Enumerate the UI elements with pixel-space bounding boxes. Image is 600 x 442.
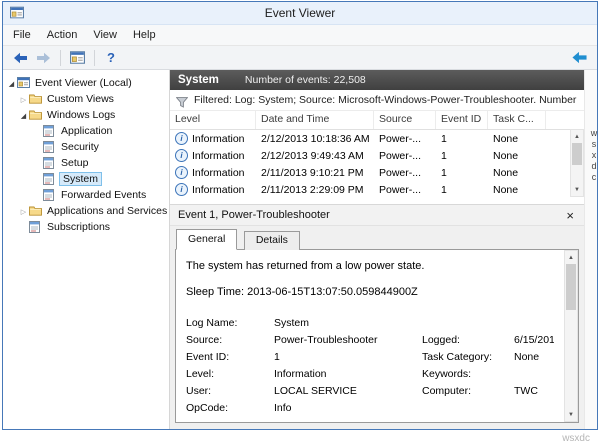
field-row: Level: Information Keywords:: [186, 365, 554, 382]
toolbar-separator: [94, 50, 95, 66]
column-header-source[interactable]: Source: [374, 111, 436, 129]
expander-icon[interactable]: [18, 205, 29, 217]
folder-icon: [29, 205, 43, 217]
field-row: Event ID: 1 Task Category: None: [186, 348, 554, 365]
pane-left-arrow-icon[interactable]: [568, 49, 590, 67]
tree-item-application[interactable]: Application: [3, 123, 169, 139]
log-icon: [43, 173, 57, 185]
tree-item-forwarded-events[interactable]: Forwarded Events: [3, 187, 169, 203]
information-icon: i: [175, 166, 188, 179]
event-detail-header: Event 1, Power-Troubleshooter ×: [170, 205, 584, 226]
main-area: Event Viewer (Local) Custom Views Window…: [3, 70, 597, 429]
console-icon: [17, 77, 31, 89]
menu-action[interactable]: Action: [39, 27, 86, 43]
field-row: OpCode: Info: [186, 399, 554, 416]
event-detail-title: Event 1, Power-Troubleshooter: [178, 209, 330, 221]
log-icon: [43, 141, 57, 153]
tree-item-system[interactable]: System: [3, 171, 169, 187]
tree-item-custom-views[interactable]: Custom Views: [3, 91, 169, 107]
detail-scrollbar[interactable]: ▲ ▼: [564, 250, 578, 422]
field-row: Source: Power-Troubleshooter Logged: 6/1…: [186, 331, 554, 348]
expander-icon[interactable]: [18, 93, 29, 105]
tree-item-event-viewer-local[interactable]: Event Viewer (Local): [3, 75, 169, 91]
tree-item-subscriptions[interactable]: Subscriptions: [3, 219, 169, 235]
log-icon: [43, 189, 57, 201]
menu-file[interactable]: File: [5, 27, 39, 43]
tab-general[interactable]: General: [176, 229, 237, 250]
log-name: System: [178, 74, 219, 86]
toolbar: ?: [3, 46, 597, 70]
tree-item-security[interactable]: Security: [3, 139, 169, 155]
app-icon: [10, 6, 24, 19]
expander-icon[interactable]: [6, 77, 17, 89]
log-icon: [43, 125, 57, 137]
folder-icon: [29, 109, 43, 121]
folder-icon: [29, 93, 43, 105]
event-list-scrollbar[interactable]: ▲ ▼: [570, 129, 584, 197]
filter-text: Filtered: Log: System; Source: Microsoft…: [194, 94, 578, 106]
pane-splitter[interactable]: [170, 197, 584, 204]
console-tree: Event Viewer (Local) Custom Views Window…: [3, 70, 170, 429]
back-arrow-icon[interactable]: [9, 49, 31, 67]
information-icon: i: [175, 183, 188, 196]
menu-view[interactable]: View: [85, 27, 125, 43]
log-icon: [29, 221, 43, 233]
scrollbar-thumb[interactable]: [566, 264, 576, 310]
column-header-level[interactable]: Level: [170, 111, 256, 129]
event-detail-pane: Event 1, Power-Troubleshooter × General …: [170, 204, 584, 429]
screenshot-root: Event Viewer File Action View Help ?: [0, 0, 600, 442]
log-icon: [43, 157, 57, 169]
window-title: Event Viewer: [3, 2, 597, 24]
information-icon: i: [175, 132, 188, 145]
field-row: Log Name: System: [186, 314, 554, 331]
watermark-side: wsxdc: [589, 128, 599, 183]
menu-help[interactable]: Help: [125, 27, 164, 43]
event-message: The system has returned from a low power…: [186, 260, 554, 272]
results-pane: System Number of events: 22,508 Filtered…: [170, 70, 584, 429]
close-icon[interactable]: ×: [564, 209, 576, 222]
column-header-date-time[interactable]: Date and Time: [256, 111, 374, 129]
tab-details[interactable]: Details: [244, 231, 300, 250]
event-row[interactable]: iInformation 2/12/2013 9:49:43 AM Power-…: [170, 147, 584, 164]
event-list-header: Level Date and Time Source Event ID Task…: [170, 111, 584, 130]
filter-notice-bar: Filtered: Log: System; Source: Microsoft…: [170, 90, 584, 111]
detail-tabs: General Details: [170, 226, 584, 250]
scroll-up-icon[interactable]: ▲: [571, 130, 583, 143]
title-bar[interactable]: Event Viewer: [3, 2, 597, 25]
toolbar-separator: [60, 50, 61, 66]
scrollbar-thumb[interactable]: [572, 143, 582, 165]
event-sleep-time: Sleep Time: 2013-06-15T13:07:50.05984490…: [186, 286, 554, 298]
field-row: User: LOCAL SERVICE Computer: TWC: [186, 382, 554, 399]
expander-icon[interactable]: [18, 109, 29, 121]
event-row[interactable]: iInformation 2/11/2013 9:10:21 PM Power-…: [170, 164, 584, 181]
scroll-down-icon[interactable]: ▼: [565, 408, 577, 421]
watermark-bottom: wsxdc: [562, 433, 590, 442]
event-row[interactable]: iInformation 2/11/2013 2:29:09 PM Power-…: [170, 181, 584, 198]
events-count: Number of events: 22,508: [245, 74, 366, 86]
general-tab-content: The system has returned from a low power…: [176, 250, 578, 416]
information-icon: i: [175, 149, 188, 162]
funnel-icon: [176, 95, 188, 106]
tree-item-windows-logs[interactable]: Windows Logs: [3, 107, 169, 123]
column-header-event-id[interactable]: Event ID: [436, 111, 488, 129]
menu-bar: File Action View Help: [3, 25, 597, 46]
scroll-down-icon[interactable]: ▼: [571, 183, 583, 196]
event-row[interactable]: iInformation 2/12/2013 10:18:36 AM Power…: [170, 130, 584, 147]
tree-item-setup[interactable]: Setup: [3, 155, 169, 171]
forward-arrow-icon[interactable]: [32, 49, 54, 67]
scroll-up-icon[interactable]: ▲: [565, 251, 577, 264]
right-edge-strip: [584, 70, 597, 429]
event-viewer-window: Event Viewer File Action View Help ?: [2, 1, 598, 430]
column-header-task-category[interactable]: Task C...: [488, 111, 546, 129]
detail-body: The system has returned from a low power…: [175, 249, 579, 423]
event-list: Level Date and Time Source Event ID Task…: [170, 111, 584, 197]
console-window-icon[interactable]: [66, 49, 88, 67]
tree-item-applications-services-logs[interactable]: Applications and Services Logs: [3, 203, 169, 219]
help-icon[interactable]: ?: [100, 49, 122, 67]
log-header-bar: System Number of events: 22,508: [170, 70, 584, 90]
